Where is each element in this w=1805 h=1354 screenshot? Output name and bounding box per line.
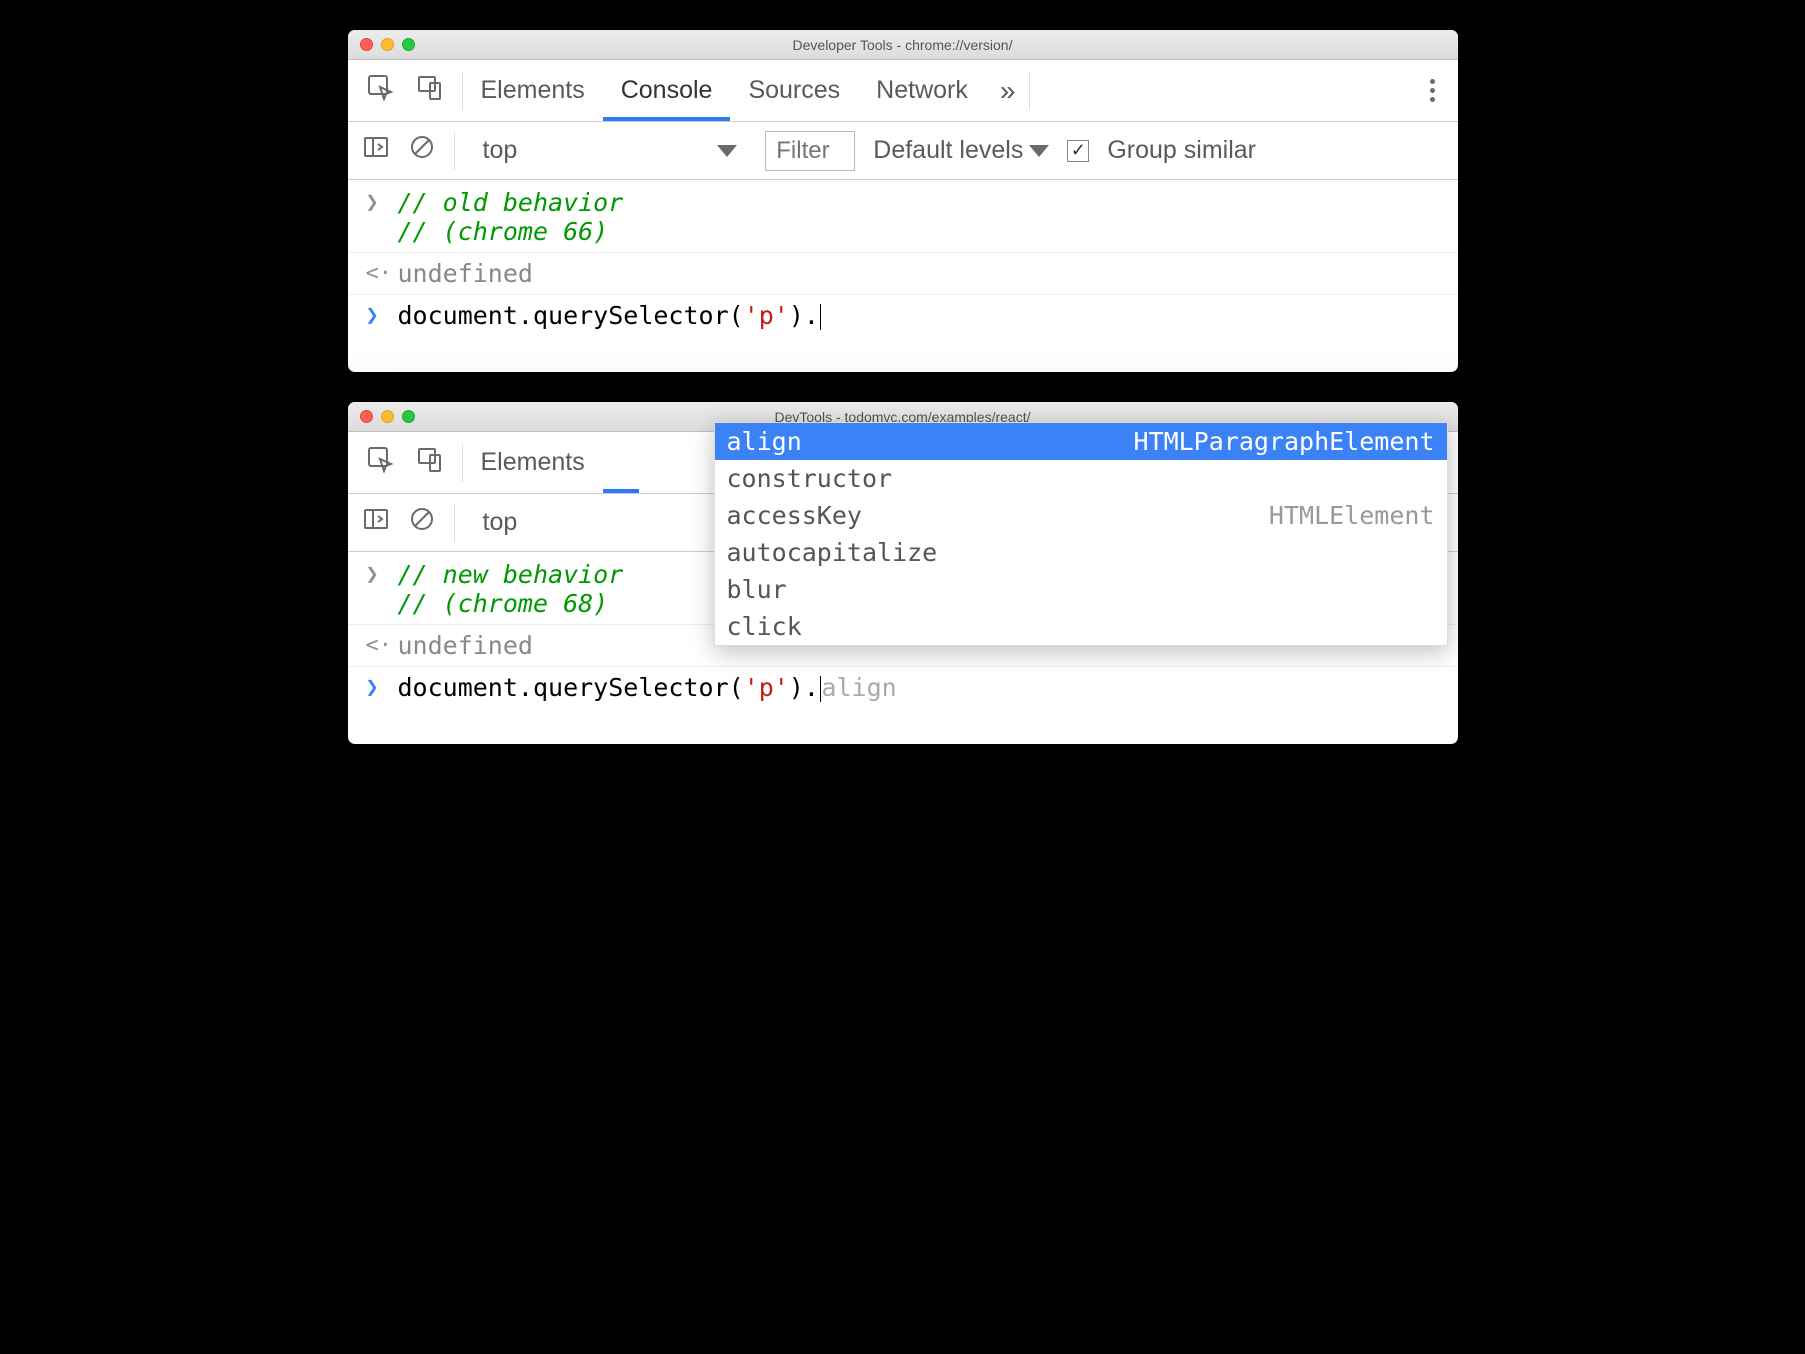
clear-console-icon[interactable] — [408, 505, 436, 540]
filter-input[interactable] — [765, 131, 855, 171]
zoom-icon[interactable] — [402, 38, 415, 51]
log-levels-selector[interactable]: Default levels — [873, 136, 1049, 165]
context-selector[interactable]: top — [473, 132, 748, 170]
window-title: Developer Tools - chrome://version/ — [348, 37, 1458, 53]
autocomplete-item[interactable]: accessKey HTMLElement — [715, 497, 1447, 534]
divider — [454, 132, 455, 170]
console-input-row[interactable]: ❯ document.querySelector('p'). — [348, 299, 1458, 332]
console-entry: ❯ // old behavior // (chrome 66) — [348, 186, 1458, 248]
ac-origin: HTMLElement — [1269, 501, 1435, 530]
tab-elements[interactable]: Elements — [463, 432, 603, 493]
devtools-window-old: Developer Tools - chrome://version/ Elem… — [348, 30, 1458, 372]
console-sidebar-toggle-icon[interactable] — [362, 133, 390, 168]
ac-label: autocapitalize — [727, 538, 938, 567]
zoom-icon[interactable] — [402, 410, 415, 423]
tab-elements[interactable]: Elements — [463, 60, 603, 121]
group-similar-checkbox[interactable]: ✓ — [1067, 140, 1089, 162]
autocomplete-item[interactable]: click — [715, 608, 1447, 645]
console-sidebar-toggle-icon[interactable] — [362, 505, 390, 540]
comment-line: // new behavior — [398, 560, 624, 589]
output-marker-icon: <· — [366, 259, 384, 286]
minimize-icon[interactable] — [381, 38, 394, 51]
console-input[interactable]: document.querySelector('p'). — [398, 301, 822, 330]
traffic-lights — [360, 410, 415, 423]
tab-sources[interactable]: Sources — [730, 60, 858, 121]
tab-network[interactable]: Network — [858, 60, 986, 121]
ghost-completion: align — [821, 673, 896, 702]
inspect-element-icon[interactable] — [366, 445, 394, 480]
comment-line: // old behavior — [398, 188, 624, 217]
comment-line: // (chrome 68) — [398, 589, 609, 618]
inspect-element-icon[interactable] — [366, 73, 394, 108]
console-result: <· undefined — [348, 257, 1458, 290]
text-caret — [820, 304, 822, 330]
context-label: top — [483, 508, 518, 537]
close-icon[interactable] — [360, 410, 373, 423]
tab-console[interactable]: Console — [603, 60, 731, 121]
context-label: top — [483, 136, 518, 165]
tab-console[interactable] — [603, 432, 639, 493]
autocomplete-item[interactable]: align HTMLParagraphElement — [715, 423, 1447, 460]
device-toggle-icon[interactable] — [416, 73, 444, 108]
context-selector[interactable]: top — [473, 504, 528, 542]
traffic-lights — [360, 38, 415, 51]
input-marker-icon: ❯ — [366, 188, 384, 215]
ac-label: blur — [727, 575, 787, 604]
divider — [454, 504, 455, 542]
console-input-row[interactable]: ❯ document.querySelector('p').align — [348, 671, 1458, 704]
main-toolbar: Elements Console Sources Network » — [348, 60, 1458, 122]
more-tabs-icon[interactable]: » — [986, 75, 1030, 107]
console-body: ❯ // new behavior // (chrome 68) <· unde… — [348, 552, 1458, 744]
group-similar-label: Group similar — [1107, 136, 1256, 165]
kebab-menu-icon[interactable] — [1408, 79, 1458, 102]
undefined-result: undefined — [398, 631, 533, 660]
autocomplete-item[interactable]: constructor — [715, 460, 1447, 497]
clear-console-icon[interactable] — [408, 133, 436, 168]
minimize-icon[interactable] — [381, 410, 394, 423]
devtools-window-new: DevTools - todomvc.com/examples/react/ E… — [348, 402, 1458, 744]
comment-line: // (chrome 66) — [398, 217, 609, 246]
device-toggle-icon[interactable] — [416, 445, 444, 480]
output-marker-icon: <· — [366, 631, 384, 658]
titlebar[interactable]: Developer Tools - chrome://version/ — [348, 30, 1458, 60]
ac-label: constructor — [727, 464, 893, 493]
undefined-result: undefined — [398, 259, 533, 288]
autocomplete-popup: align HTMLParagraphElement constructor a… — [714, 422, 1448, 646]
close-icon[interactable] — [360, 38, 373, 51]
prompt-icon: ❯ — [366, 301, 384, 328]
prompt-icon: ❯ — [366, 673, 384, 700]
autocomplete-item[interactable]: autocapitalize — [715, 534, 1447, 571]
ac-origin: HTMLParagraphElement — [1133, 427, 1434, 456]
divider — [1029, 72, 1030, 110]
chevron-down-icon — [717, 145, 737, 157]
input-marker-icon: ❯ — [366, 560, 384, 587]
chevron-down-icon — [1029, 145, 1049, 157]
ac-label: accessKey — [727, 501, 862, 530]
ac-label: align — [727, 427, 802, 456]
ac-label: click — [727, 612, 802, 641]
console-body: ❯ // old behavior // (chrome 66) <· unde… — [348, 180, 1458, 372]
console-input[interactable]: document.querySelector('p').align — [398, 673, 897, 702]
autocomplete-item[interactable]: blur — [715, 571, 1447, 608]
levels-label: Default levels — [873, 136, 1023, 165]
console-filter-bar: top Default levels ✓ Group similar — [348, 122, 1458, 180]
